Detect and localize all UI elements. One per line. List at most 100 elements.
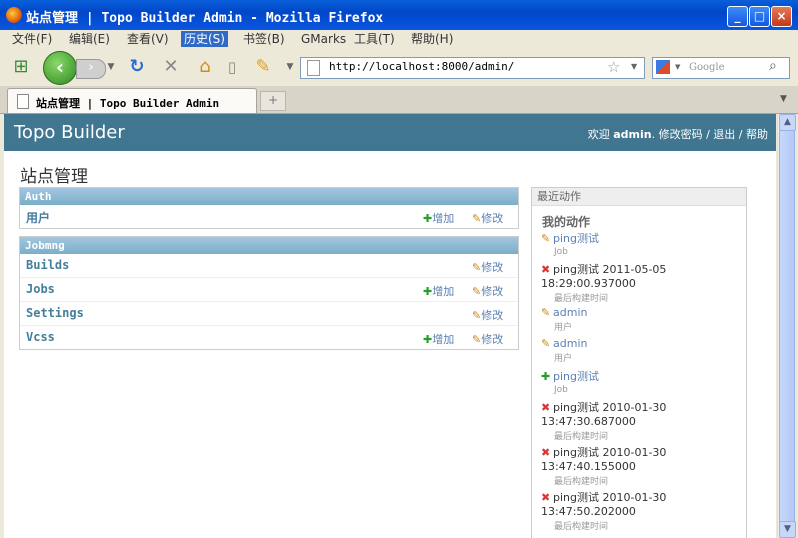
add-icon: ✚ — [541, 370, 551, 383]
add-icon: ✚ — [423, 212, 433, 225]
edit-icon: ✎ — [472, 285, 482, 298]
pencil-icon[interactable]: ✎ — [250, 55, 276, 79]
search-engine-dropdown-icon[interactable]: ▼ — [675, 63, 680, 71]
minimize-button[interactable]: _ — [727, 6, 748, 27]
menu-gmarks[interactable]: GMarks — [298, 31, 349, 47]
list-item: ✖ ping测试 2010-01-30 13:47:50.202000 最后构建时… — [541, 489, 741, 532]
add-link[interactable]: ✚增加 — [423, 283, 454, 299]
action-type: 用户 — [554, 354, 573, 364]
delete-icon: ✖ — [541, 446, 551, 459]
reload-icon[interactable]: ↻ — [124, 55, 150, 79]
model-link-builds[interactable]: Builds — [26, 258, 69, 272]
site-brand[interactable]: Topo Builder — [14, 122, 125, 143]
maximize-button[interactable]: □ — [749, 6, 770, 27]
module-auth: Auth 用户 ✚增加 ✎修改 — [19, 187, 519, 229]
my-actions-heading: 我的动作 — [542, 215, 591, 229]
tab-list-dropdown-icon[interactable]: ▼ — [780, 94, 787, 104]
model-link-jobs[interactable]: Jobs — [26, 282, 55, 296]
vertical-scrollbar[interactable]: ▲ ▼ — [777, 114, 796, 538]
table-row: Jobs ✚增加 ✎修改 — [20, 278, 518, 302]
menu-bar: 文件(F) 编辑(E) 查看(V) 历史(S) 书签(B) GMarks 工具(… — [0, 30, 798, 48]
model-link-vcss[interactable]: Vcss — [26, 330, 55, 344]
edit-icon: ✎ — [472, 333, 482, 346]
action-type: 最后构建时间 — [554, 477, 609, 487]
action-link[interactable]: admin — [553, 337, 587, 350]
pencil-dropdown-icon[interactable]: ▼ — [284, 55, 296, 79]
menu-bookmarks[interactable]: 书签(B) — [240, 31, 288, 47]
search-icon[interactable]: ⌕ — [769, 58, 777, 74]
module-caption[interactable]: Jobmng — [20, 237, 518, 254]
table-row: Builds ✎修改 — [20, 254, 518, 278]
module-caption[interactable]: Auth — [20, 188, 518, 205]
page-content: Topo Builder 欢迎 admin. 修改密码 / 退出 / 帮助 站点… — [4, 114, 776, 538]
url-bar[interactable]: http://localhost:8000/admin/ ☆ ▼ — [300, 57, 645, 79]
back-button[interactable]: ‹ — [43, 51, 77, 85]
model-link-settings[interactable]: Settings — [26, 306, 84, 320]
change-link[interactable]: ✎修改 — [472, 307, 503, 323]
menu-view[interactable]: 查看(V) — [124, 31, 172, 47]
url-dropdown-icon[interactable]: ▼ — [631, 62, 637, 71]
action-text: ping测试 2010-01-30 13:47:50.202000 — [541, 491, 667, 518]
star-bookmark-icon[interactable]: ☆ — [607, 58, 620, 76]
help-link[interactable]: 帮助 — [746, 128, 768, 141]
tab-strip: 站点管理 | Topo Builder Admin + ▼ — [0, 86, 798, 114]
edit-icon: ✎ — [541, 306, 551, 319]
add-link[interactable]: ✚增加 — [423, 210, 454, 226]
scrollbar-thumb[interactable] — [779, 130, 795, 524]
scroll-up-icon[interactable]: ▲ — [779, 114, 796, 131]
search-input[interactable]: Google — [689, 62, 725, 73]
change-link[interactable]: ✎修改 — [472, 283, 503, 299]
action-link[interactable]: ping测试 — [553, 370, 599, 383]
stop-icon[interactable]: ✕ — [158, 55, 184, 79]
history-dropdown-icon[interactable]: ▼ — [106, 55, 116, 79]
edit-icon: ✎ — [472, 212, 482, 225]
new-tab-button[interactable]: + — [260, 91, 286, 111]
delete-icon: ✖ — [541, 491, 551, 504]
edit-icon: ✎ — [472, 309, 482, 322]
list-item: ✖ ping测试 2011-05-05 18:29:00.937000 最后构建时… — [541, 261, 741, 304]
menu-edit[interactable]: 编辑(E) — [66, 31, 113, 47]
logout-link[interactable]: 退出 — [713, 128, 735, 141]
menu-help[interactable]: 帮助(H) — [408, 31, 456, 47]
action-type: Job — [554, 247, 568, 257]
menu-history[interactable]: 历史(S) — [181, 31, 228, 47]
list-item: ✚ ping测试 Job — [541, 368, 741, 395]
add-link[interactable]: ✚增加 — [423, 331, 454, 347]
model-link-users[interactable]: 用户 — [26, 209, 50, 226]
add-icon: ✚ — [423, 333, 433, 346]
edit-icon: ✎ — [472, 261, 482, 274]
change-link[interactable]: ✎修改 — [472, 259, 503, 275]
recent-actions: 最近动作 我的动作 ✎ ping测试 Job ✖ ping测试 2011-05-05… — [531, 187, 747, 538]
add-bookmark-icon[interactable]: ⊞ — [8, 55, 34, 79]
tab-page-icon — [17, 94, 29, 109]
window-titlebar: 站点管理 | Topo Builder Admin - Mozilla Fire… — [0, 0, 798, 30]
user-tools: 欢迎 admin. 修改密码 / 退出 / 帮助 — [587, 128, 768, 141]
close-button[interactable]: × — [771, 6, 792, 27]
navigation-toolbar: ⊞ ‹ › ▼ ↻ ✕ ⌂ ▯ ✎ ▼ http://localhost:800… — [0, 48, 798, 86]
menu-file[interactable]: 文件(F) — [9, 31, 55, 47]
search-box[interactable]: ▼ Google ⌕ — [652, 57, 790, 79]
action-type: Job — [554, 385, 568, 395]
action-type: 最后构建时间 — [554, 294, 609, 304]
action-link[interactable]: admin — [553, 306, 587, 319]
list-item: ✖ ping测试 2010-01-30 13:47:40.155000 最后构建时… — [541, 444, 741, 487]
tab-active[interactable]: 站点管理 | Topo Builder Admin — [7, 88, 257, 113]
edit-icon: ✎ — [541, 337, 551, 350]
google-icon[interactable] — [656, 60, 670, 74]
change-password-link[interactable]: 修改密码 — [659, 128, 703, 141]
list-item: ✎ admin 用户 — [541, 337, 741, 364]
page-title: 站点管理 — [20, 167, 88, 187]
scroll-down-icon[interactable]: ▼ — [779, 521, 796, 538]
action-type: 用户 — [554, 323, 573, 333]
page-icon[interactable]: ▯ — [220, 55, 244, 79]
home-icon[interactable]: ⌂ — [192, 55, 218, 79]
change-link[interactable]: ✎修改 — [472, 331, 503, 347]
delete-icon: ✖ — [541, 401, 551, 414]
list-item: ✎ admin 用户 — [541, 306, 741, 333]
page-favicon-icon — [307, 60, 320, 76]
forward-button[interactable]: › — [76, 59, 106, 79]
delete-icon: ✖ — [541, 263, 551, 276]
action-link[interactable]: ping测试 — [553, 232, 599, 245]
change-link[interactable]: ✎修改 — [472, 210, 503, 226]
menu-tools[interactable]: 工具(T) — [351, 31, 398, 47]
